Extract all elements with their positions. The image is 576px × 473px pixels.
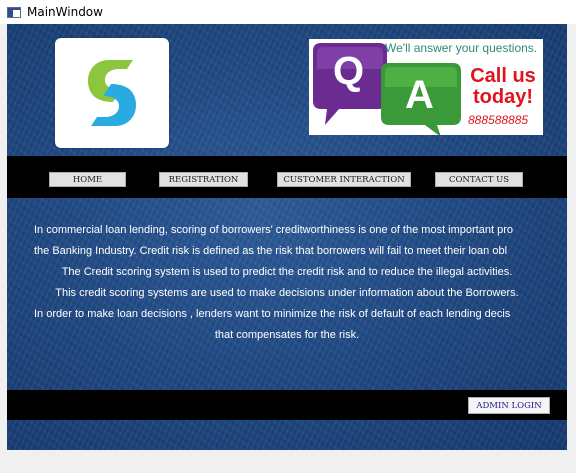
- description-line: that compensates for the risk.: [214, 329, 360, 341]
- qa-banner: Q A We'll answer your questions. Call us…: [309, 39, 543, 135]
- banner-answer-text: We'll answer your questions.: [385, 41, 538, 55]
- app-logo: [55, 38, 169, 148]
- app-window-icon: [7, 6, 21, 18]
- description-line: the Banking Industry. Credit risk is def…: [34, 245, 508, 257]
- call-line-2: today!: [473, 86, 533, 108]
- description-line: The Credit scoring system is used to pre…: [61, 266, 513, 278]
- description-line: This credit scoring systems are used to …: [55, 287, 519, 299]
- description-line: In order to make loan decisions , lender…: [34, 308, 511, 320]
- q-letter: Q: [333, 49, 365, 93]
- admin-login-button[interactable]: ADMIN LOGIN: [468, 397, 550, 414]
- s-logo-icon: [87, 60, 137, 126]
- banner-call-text: Call us today!: [466, 66, 540, 108]
- registration-button[interactable]: REGISTRATION: [159, 172, 248, 187]
- main-panel: Q A We'll answer your questions. Call us…: [7, 24, 567, 450]
- nav-bar: HOME REGISTRATION CUSTOMER INTERACTION C…: [7, 156, 567, 198]
- customer-interaction-button[interactable]: CUSTOMER INTERACTION: [277, 172, 411, 187]
- title-bar: MainWindow: [0, 0, 576, 24]
- banner-phone: 888588885: [468, 113, 529, 127]
- home-button[interactable]: HOME: [49, 172, 126, 187]
- contact-us-button[interactable]: CONTACT US: [435, 172, 523, 187]
- description-text: In commercial loan lending, scoring of b…: [7, 220, 567, 370]
- call-line-1: Call us: [470, 65, 536, 87]
- window-title: MainWindow: [27, 5, 103, 19]
- a-letter: A: [405, 73, 434, 117]
- footer-bar: ADMIN LOGIN: [7, 390, 567, 420]
- description-line: In commercial loan lending, scoring of b…: [34, 224, 513, 236]
